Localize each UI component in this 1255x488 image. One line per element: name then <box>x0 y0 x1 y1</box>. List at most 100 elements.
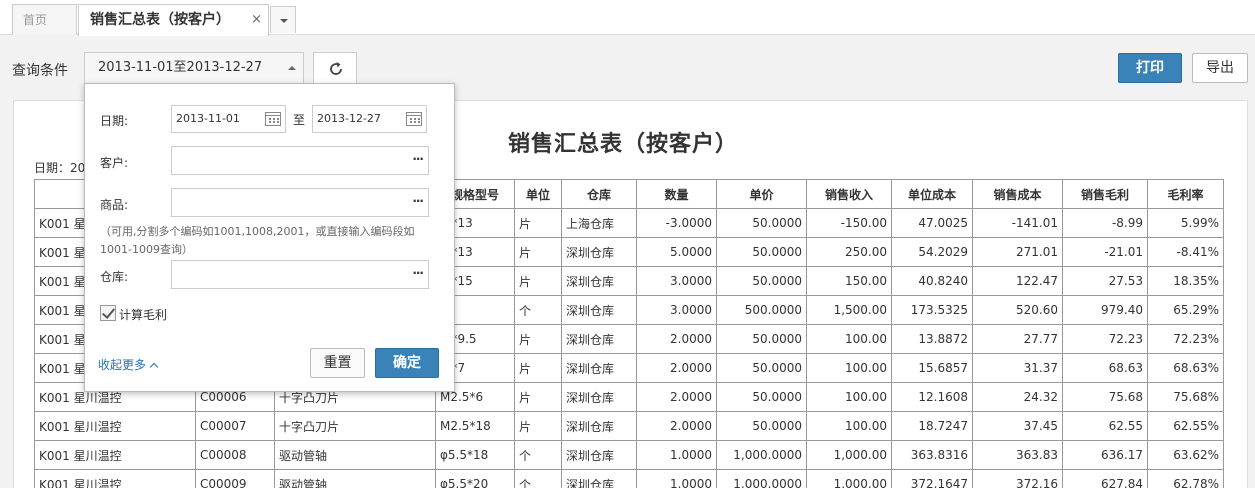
table-cell: 50.0000 <box>716 353 807 383</box>
table-cell: -150.00 <box>806 208 892 238</box>
more-ellipsis-icon[interactable]: ··· <box>412 152 424 166</box>
tab-home[interactable]: 首页 <box>12 4 77 35</box>
table-cell: 个 <box>514 295 562 325</box>
table-cell: φ5.5*20 <box>435 469 515 488</box>
table-cell: 15.6857 <box>891 353 973 383</box>
tab-home-label: 首页 <box>23 13 48 27</box>
table-header-cell: 单价 <box>716 179 807 209</box>
calendar-icon[interactable] <box>265 112 281 126</box>
table-cell: 深圳仓库 <box>561 469 637 488</box>
tab-more-dropdown-icon[interactable] <box>270 6 296 33</box>
table-cell: 2.0000 <box>636 382 717 412</box>
export-button[interactable]: 导出 <box>1192 53 1248 83</box>
table-cell: 1,500.00 <box>806 295 892 325</box>
reset-button[interactable]: 重置 <box>310 348 365 378</box>
table-header-cell: 毛利率 <box>1147 179 1224 209</box>
report-title: 销售汇总表（按客户） <box>508 132 739 157</box>
table-cell: 18.7247 <box>891 411 973 441</box>
table-cell: 深圳仓库 <box>561 353 637 383</box>
table-cell: 2.0000 <box>636 411 717 441</box>
table-cell: 250.00 <box>806 237 892 267</box>
table-cell: 500.0000 <box>716 295 807 325</box>
table-cell: 100.00 <box>806 411 892 441</box>
table-cell: 个 <box>514 440 562 470</box>
warehouse-input[interactable]: ··· <box>171 260 429 289</box>
tab-bar: 首页 销售汇总表（按客户） × <box>0 0 1255 36</box>
customer-input[interactable]: ··· <box>171 146 429 175</box>
goods-input[interactable]: ··· <box>171 188 429 217</box>
table-cell: -8.41% <box>1147 237 1224 267</box>
table-cell: -141.01 <box>972 208 1063 238</box>
table-cell: C00007 <box>195 411 275 441</box>
calendar-icon[interactable] <box>406 112 422 126</box>
collapse-more-label: 收起更多 <box>98 358 147 372</box>
table-cell: 100.00 <box>806 324 892 354</box>
query-condition-label: 查询条件 <box>12 63 68 79</box>
table-header-cell: 单位成本 <box>891 179 973 209</box>
more-ellipsis-icon[interactable]: ··· <box>412 194 424 208</box>
table-cell: 2.0000 <box>636 353 717 383</box>
refresh-button[interactable] <box>313 52 357 84</box>
table-cell: K001 星川温控 <box>34 411 196 441</box>
table-cell: 深圳仓库 <box>561 295 637 325</box>
table-cell: 片 <box>514 324 562 354</box>
checkbox-checked-icon[interactable] <box>100 305 116 321</box>
table-cell: 520.60 <box>972 295 1063 325</box>
date-to-input[interactable]: 2013-12-27 <box>312 105 427 133</box>
more-ellipsis-icon[interactable]: ··· <box>412 266 424 280</box>
table-cell: 62.55% <box>1147 411 1224 441</box>
tab-close-icon[interactable]: × <box>251 5 262 35</box>
table-cell: 100.00 <box>806 382 892 412</box>
date-range-value: 2013-11-01至2013-12-27 <box>98 60 263 75</box>
table-row[interactable]: K001 星川温控 C00007 十字凸刀片 M2.5*18 片深圳仓库 2.0000 50… <box>34 411 1224 441</box>
table-cell: 72.23 <box>1062 324 1148 354</box>
table-row[interactable]: K001 星川温控 C00008 驱动管轴 φ5.5*18 个深圳仓库 1.0000 1,0… <box>34 440 1224 470</box>
table-cell: 47.0025 <box>891 208 973 238</box>
table-cell: 1,000.0000 <box>716 469 807 488</box>
table-cell: 3.0000 <box>636 266 717 296</box>
date-to-separator: 至 <box>293 113 306 127</box>
chevron-up-icon <box>149 362 159 372</box>
table-header-cell: 销售成本 <box>972 179 1063 209</box>
table-cell: -8.99 <box>1062 208 1148 238</box>
table-cell: 50.0000 <box>716 382 807 412</box>
table-row[interactable]: K001 星川温控 C00009 驱动管轴 φ5.5*20 个深圳仓库 1.0000 1,0… <box>34 469 1224 488</box>
table-cell: 个 <box>514 469 562 488</box>
table-cell: 122.47 <box>972 266 1063 296</box>
query-popup: 日期: 2013-11-01 至 2013-12-27 客户: ··· 商品: … <box>84 83 455 392</box>
table-cell: 636.17 <box>1062 440 1148 470</box>
table-cell: 片 <box>514 353 562 383</box>
table-cell: 363.83 <box>972 440 1063 470</box>
date-from-input[interactable]: 2013-11-01 <box>171 105 286 133</box>
table-cell: 1,000.00 <box>806 440 892 470</box>
refresh-icon <box>330 62 342 75</box>
table-cell: 驱动管轴 <box>274 469 436 488</box>
table-cell: 979.40 <box>1062 295 1148 325</box>
table-cell: 片 <box>514 411 562 441</box>
confirm-button[interactable]: 确定 <box>375 348 439 378</box>
warehouse-label: 仓库: <box>100 270 129 284</box>
tab-sales-summary-label: 销售汇总表（按客户） <box>90 12 230 28</box>
table-cell: 68.63% <box>1147 353 1224 383</box>
print-button[interactable]: 打印 <box>1118 53 1182 83</box>
table-cell: 1,000.00 <box>806 469 892 488</box>
table-cell: C00009 <box>195 469 275 488</box>
goods-hint-text: （可用,分割多个编码如1001,1008,2001，或直接输入编码段如1001-… <box>100 225 415 256</box>
table-cell: K001 星川温控 <box>34 440 196 470</box>
table-cell: 271.01 <box>972 237 1063 267</box>
table-cell: φ5.5*18 <box>435 440 515 470</box>
query-condition-select[interactable]: 2013-11-01至2013-12-27 <box>84 52 304 84</box>
report-date-label: 日期：20 <box>34 161 86 175</box>
table-cell: 深圳仓库 <box>561 440 637 470</box>
table-header-cell: 仓库 <box>561 179 637 209</box>
table-cell: 40.8240 <box>891 266 973 296</box>
table-cell: 片 <box>514 237 562 267</box>
table-cell: C00008 <box>195 440 275 470</box>
table-cell: 18.35% <box>1147 266 1224 296</box>
collapse-more-link[interactable]: 收起更多 <box>98 356 159 373</box>
table-cell: 62.78% <box>1147 469 1224 488</box>
date-label: 日期: <box>100 114 129 128</box>
table-header-cell: 销售毛利 <box>1062 179 1148 209</box>
table-cell: 1.0000 <box>636 469 717 488</box>
tab-sales-summary[interactable]: 销售汇总表（按客户） × <box>78 4 269 36</box>
